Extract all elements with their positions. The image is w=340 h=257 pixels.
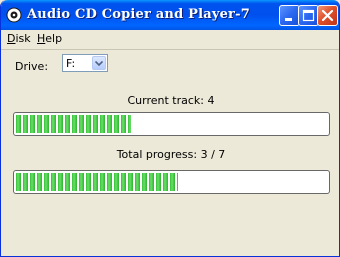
title-bar[interactable]: Audio CD Copier and Player-7 xyxy=(1,0,339,30)
app-window: Audio CD Copier and Player-7 Disk Help D… xyxy=(0,0,340,257)
menu-help-label: elp xyxy=(45,32,63,45)
menu-bar: Disk Help xyxy=(1,30,339,50)
total-progress-fill xyxy=(16,173,178,191)
drive-select[interactable]: F: xyxy=(62,54,108,72)
window-title: Audio CD Copier and Player-7 xyxy=(27,7,250,22)
current-track-progress-bar xyxy=(13,112,330,136)
drive-dropdown-button[interactable] xyxy=(92,56,106,70)
minimize-button[interactable] xyxy=(279,5,300,26)
current-track-label: Current track: 4 xyxy=(127,94,215,107)
menu-disk-label: isk xyxy=(15,32,31,45)
maximize-button[interactable] xyxy=(298,5,319,26)
drive-label: Drive: xyxy=(15,60,49,73)
menu-help[interactable]: Help xyxy=(34,32,65,45)
close-button[interactable] xyxy=(317,5,338,26)
cd-icon[interactable] xyxy=(6,7,22,23)
total-progress-bar xyxy=(13,170,330,194)
current-track-progress-fill xyxy=(16,115,131,133)
drive-value: F: xyxy=(66,57,76,70)
menu-disk[interactable]: Disk xyxy=(4,32,34,45)
total-progress-label: Total progress: 3 / 7 xyxy=(116,148,226,161)
